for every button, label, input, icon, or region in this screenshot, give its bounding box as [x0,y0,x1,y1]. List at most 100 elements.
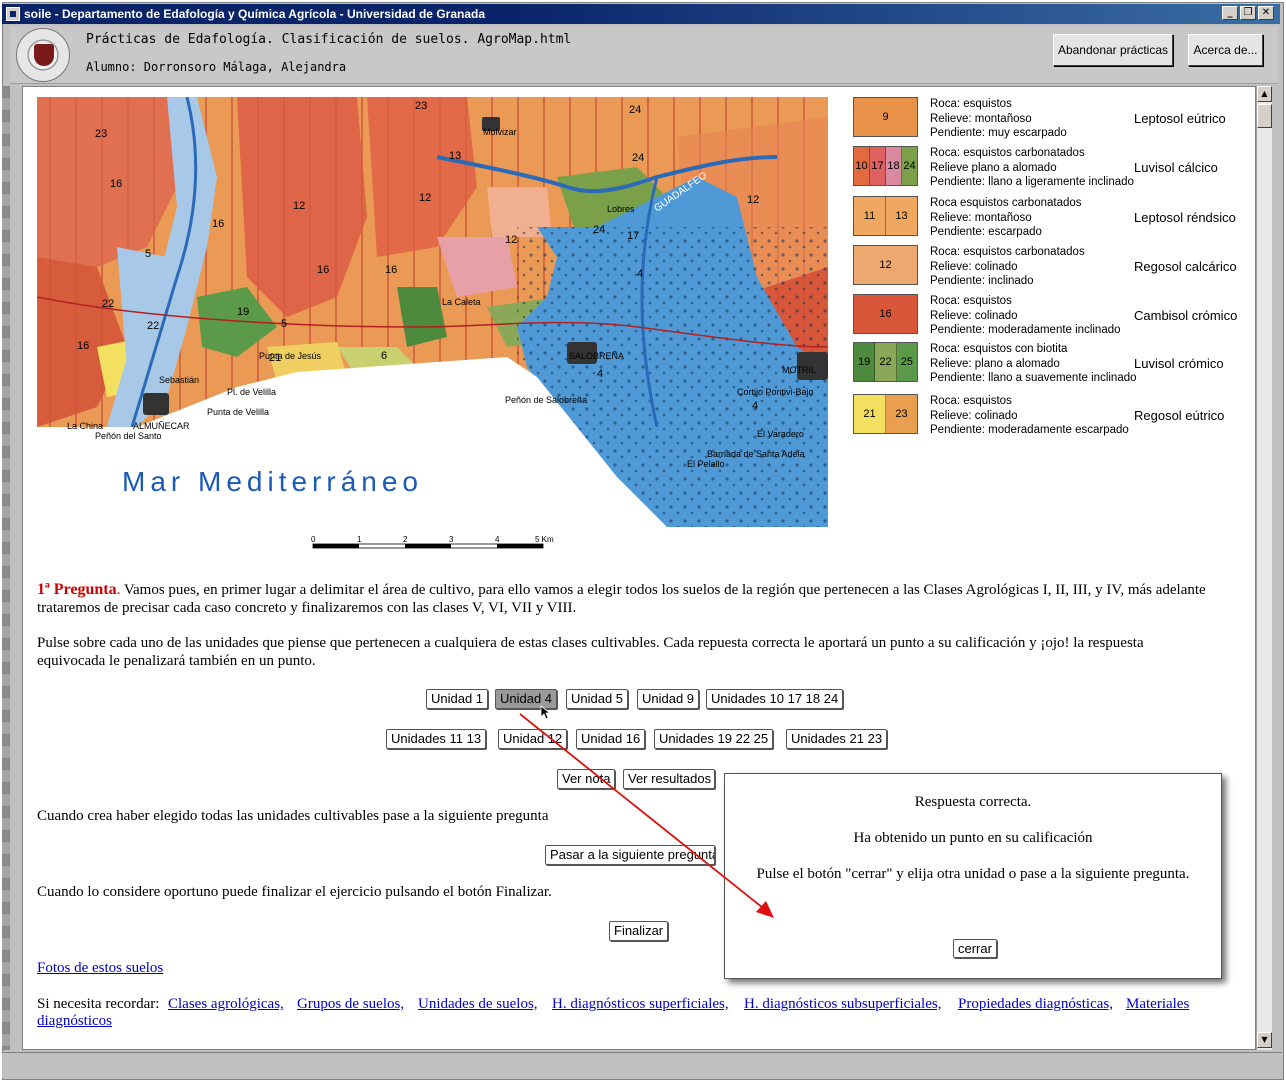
legend-unit-cell: 21 [854,395,886,433]
legend-soil-name: Regosol eútrico [1134,408,1225,423]
legend-unit-cell: 10 [854,147,870,185]
units-19-22-25-button[interactable]: Unidades 19 22 25 [654,729,774,749]
dialog-close-button[interactable]: cerrar [953,939,997,958]
diagnostic-materials-link[interactable]: Materiales [1126,996,1189,1013]
vertical-scrollbar[interactable]: ▲ ▼ [1256,86,1272,1050]
svg-text:4: 4 [752,400,758,412]
finish-button[interactable]: Finalizar [609,921,669,941]
legend-unit-cell: 22 [875,343,897,381]
scroll-up-arrow-icon[interactable]: ▲ [1257,86,1272,102]
minimize-button[interactable]: _ [1222,6,1238,20]
svg-text:17: 17 [627,230,639,242]
sea-label: Mar Mediterráneo [122,466,423,497]
soil-groups-link[interactable]: Grupos de suelos, [297,996,404,1013]
legend-unit-cell: 9 [854,98,917,136]
svg-text:23: 23 [95,128,107,140]
legend-swatch: 10 17 18 24 [853,146,918,186]
dialog-title: Respuesta correcta. [914,794,1032,810]
agrological-classes-link[interactable]: Clases agrológicas, [168,996,284,1013]
legend-unit-cell: 19 [854,343,876,381]
subsurface-horizons-link[interactable]: H. diagnósticos subsuperficiales, [744,996,941,1013]
legend-roca: Roca: esquistos carbonatados [930,246,1085,258]
legend-soil-name: Leptosol réndsico [1134,210,1236,225]
scrollbar-thumb[interactable] [1257,104,1272,128]
legend-roca: Roca: esquistos [930,98,1012,110]
svg-text:12: 12 [293,200,305,212]
legend-relieve: Relieve: colinado [930,260,1018,273]
instructions-paragraph: Pulse sobre cada uno de las unidades que… [37,635,1144,669]
legend-swatch: 9 [853,97,918,137]
about-button[interactable]: Acerca de... [1188,34,1263,66]
next-question-button[interactable]: Pasar a la siguiente pregunta [545,845,715,865]
diagnostic-materials-link-cont[interactable]: diagnósticos [37,1013,112,1030]
legend-unit-cell: 12 [854,246,917,284]
units-21-23-button[interactable]: Unidades 21 23 [786,729,888,749]
legend-description: Roca: esquistos con biotita Relieve: plan… [930,342,1137,386]
legend-soil-name: Leptosol eútrico [1134,111,1226,126]
legend-roca: Roca: esquistos [930,395,1012,407]
abandon-practices-button[interactable]: Abandonar prácticas [1053,34,1173,66]
legend-roca: Roca: esquistos carbonatados [930,147,1085,159]
svg-text:La Caleta: La Caleta [442,297,481,307]
soil-map[interactable]: 23 23 24 16 16 5 22 22 16 19 5 12 24 24 12 4 4 12 13… [37,97,828,527]
legend-pendiente: Pendiente: moderadamente escarpado [930,424,1129,436]
legend-pendiente: Pendiente: llano a ligeramente inclinado [930,176,1134,188]
svg-text:24: 24 [593,224,605,236]
view-grade-button[interactable]: Ver nota [557,769,616,789]
legend-unit-cell: 13 [886,197,917,235]
legend-soil-name: Luvisol cálcico [1134,160,1218,175]
app-icon [6,7,20,21]
legend-pendiente: Pendiente: inclinado [930,275,1034,287]
svg-text:16: 16 [317,264,329,276]
svg-text:5: 5 [281,318,287,330]
svg-text:4: 4 [597,368,603,380]
surface-horizons-link[interactable]: H. diagnósticos superficiales, [552,996,729,1013]
app-header: Prácticas de Edafología. Clasificación d… [10,26,1278,84]
question-label: 1ª Pregunta [37,581,117,598]
svg-text:24: 24 [632,152,644,164]
units-11-13-button[interactable]: Unidades 11 13 [386,729,487,749]
svg-text:SALOBREÑA: SALOBREÑA [569,351,624,361]
unit-16-button[interactable]: Unidad 16 [576,729,646,749]
diagnostic-properties-link[interactable]: Propiedades diagnósticas, [958,996,1113,1013]
legend-roca: Roca: esquistos [930,295,1012,307]
mouse-pointer-icon [540,705,552,720]
close-button[interactable]: ✕ [1258,6,1274,20]
svg-text:0: 0 [311,535,316,544]
unit-9-button[interactable]: Unidad 9 [637,689,700,709]
legend-unit-cell: 25 [896,343,917,381]
legend-description: Roca: esquistos Relieve: colinado Pendient… [930,294,1121,338]
units-10-17-18-24-button[interactable]: Unidades 10 17 18 24 [706,689,844,709]
svg-text:Punta de Jesús: Punta de Jesús [259,351,322,361]
svg-text:13: 13 [449,150,461,162]
left-decorative-strip [2,86,10,1050]
question-text: Vamos pues, en primer lugar a delimitar … [37,582,1206,616]
legend-pendiente: Pendiente: muy escarpado [930,127,1067,139]
university-logo [16,28,70,82]
legend-soil-name: Regosol calcárico [1134,259,1237,274]
svg-text:16: 16 [385,264,397,276]
svg-text:12: 12 [419,192,431,204]
restore-button[interactable]: ❐ [1240,6,1256,20]
legend-unit-cell: 23 [886,395,917,433]
view-results-button[interactable]: Ver resultados [623,769,715,789]
svg-text:El Pelallo: El Pelallo [687,459,725,469]
window-titlebar[interactable]: soile - Departamento de Edafología y Quí… [2,4,1280,24]
scroll-down-arrow-icon[interactable]: ▼ [1257,1032,1272,1048]
svg-text:22: 22 [147,320,159,332]
dialog-score-text: Ha obtenido un punto en su calificación [853,830,1093,846]
svg-text:4: 4 [637,268,643,280]
legend-relieve: Relieve: colinado [930,309,1018,322]
unit-1-button[interactable]: Unidad 1 [426,689,489,709]
unit-5-button[interactable]: Unidad 5 [566,689,629,709]
svg-text:Peñón de Salobreña: Peñón de Salobreña [505,395,587,405]
legend-description: Roca: esquistos Relieve: colinado Pendient… [930,394,1129,438]
legend-swatch: 21 23 [853,394,918,434]
legend-description: Roca: esquistos carbonatados Relieve plan… [930,146,1134,190]
soil-units-link[interactable]: Unidades de suelos, [418,996,538,1013]
answer-dialog: Respuesta correcta. Ha obtenido un punto… [724,773,1222,979]
soil-photos-link[interactable]: Fotos de estos suelos [37,960,163,977]
svg-text:12: 12 [505,234,517,246]
svg-text:2: 2 [403,535,408,544]
unit-12-button[interactable]: Unidad 12 [498,729,568,749]
